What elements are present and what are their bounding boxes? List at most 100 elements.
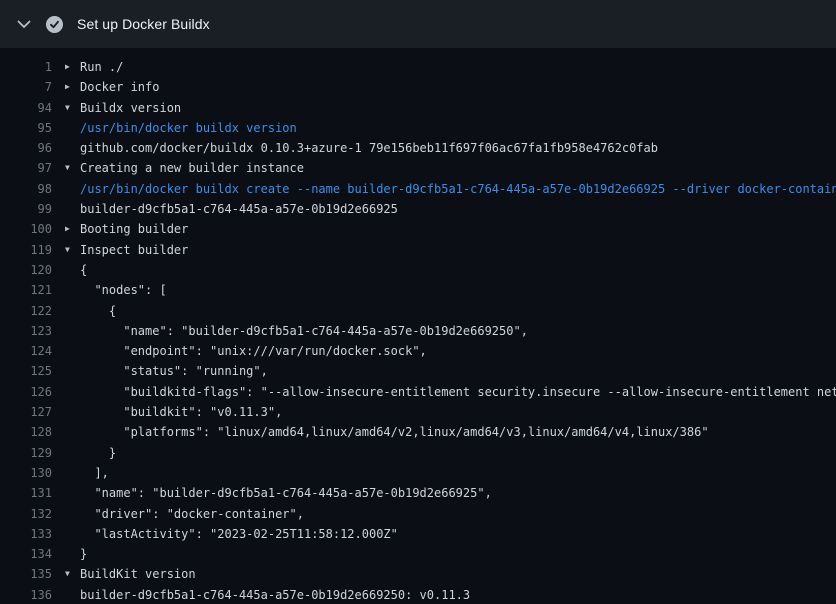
log-line: 136 builder-d9cfb5a1-c764-445a-a57e-0b19d… — [0, 585, 836, 604]
log-text: /usr/bin/docker buildx version — [80, 121, 297, 135]
log-text: { — [52, 301, 836, 321]
log-text: builder-d9cfb5a1-c764-445a-a57e-0b19d2e6… — [52, 585, 836, 604]
log-line: 128 "platforms": "linux/amd64,linux/amd6… — [0, 422, 836, 442]
log-line: 126 "buildkitd-flags": "--allow-insecure… — [0, 382, 836, 402]
line-number[interactable]: 132 — [0, 504, 52, 524]
log-line: 129 } — [0, 443, 836, 463]
line-number[interactable]: 136 — [0, 585, 52, 604]
log-text: Booting builder — [80, 222, 188, 236]
log-text: "name": "builder-d9cfb5a1-c764-445a-a57e… — [52, 321, 836, 341]
chevron-down-icon[interactable] — [16, 16, 32, 32]
line-number[interactable]: 124 — [0, 341, 52, 361]
line-number[interactable]: 122 — [0, 301, 52, 321]
log-line: 121 "nodes": [ — [0, 280, 836, 300]
line-number[interactable]: 100 — [0, 219, 52, 239]
log-line: 120 { — [0, 260, 836, 280]
collapse-arrow-icon[interactable]: ▼ — [65, 158, 70, 178]
log-group-header[interactable]: ▼ Buildx version — [52, 98, 836, 118]
log-line: 133 "lastActivity": "2023-02-25T11:58:12… — [0, 524, 836, 544]
log-line: 119▼Inspect builder — [0, 240, 836, 260]
log-text: "endpoint": "unix:///var/run/docker.sock… — [52, 341, 836, 361]
log-text: "platforms": "linux/amd64,linux/amd64/v2… — [52, 422, 836, 442]
log-group-header[interactable]: ▼Inspect builder — [52, 240, 836, 260]
log-text: "name": "builder-d9cfb5a1-c764-445a-a57e… — [80, 486, 492, 500]
log-line: 132 "driver": "docker-container", — [0, 504, 836, 524]
line-number[interactable]: 135 — [0, 564, 52, 584]
log-text: ], — [80, 466, 109, 480]
collapse-arrow-icon[interactable]: ▼ — [65, 564, 70, 584]
log-text: { — [80, 304, 116, 318]
expand-arrow-icon[interactable]: ▶ — [65, 219, 70, 239]
log-text: "driver": "docker-container", — [52, 504, 836, 524]
line-number[interactable]: 97 — [0, 158, 52, 178]
log-group-header[interactable]: ▼Creating a new builder instance — [52, 158, 836, 178]
log-text: builder-d9cfb5a1-c764-445a-a57e-0b19d2e6… — [80, 588, 470, 602]
log-text: "status": "running", — [80, 364, 268, 378]
line-number[interactable]: 95 — [0, 118, 52, 138]
log-line: 7 ▶ Docker info — [0, 77, 836, 97]
log-line: 135 ▼ BuildKit version — [0, 564, 836, 584]
collapse-arrow-icon[interactable]: ▼ — [65, 98, 70, 118]
log-text: "endpoint": "unix:///var/run/docker.sock… — [80, 344, 427, 358]
line-number[interactable]: 98 — [0, 179, 52, 199]
expand-arrow-icon[interactable]: ▶ — [65, 77, 70, 97]
log-text: BuildKit version — [80, 567, 196, 581]
line-number[interactable]: 129 — [0, 443, 52, 463]
log-text: "buildkit": "v0.11.3", — [80, 405, 282, 419]
log-text: "nodes": [ — [52, 280, 836, 300]
log-line: 98/usr/bin/docker buildx create --name b… — [0, 179, 836, 199]
check-circle-icon — [46, 16, 63, 33]
line-number[interactable]: 127 — [0, 402, 52, 422]
line-number[interactable]: 123 — [0, 321, 52, 341]
line-number[interactable]: 121 — [0, 280, 52, 300]
log-text: } — [80, 547, 87, 561]
log-text: Run ./ — [80, 60, 123, 74]
line-number[interactable]: 119 — [0, 240, 52, 260]
line-number[interactable]: 96 — [0, 138, 52, 158]
line-number[interactable]: 128 — [0, 422, 52, 442]
log-area: 1 ▶ Run ./ 7 ▶ Docker info 94 ▼ Buildx version 95… — [0, 48, 836, 604]
log-group-header[interactable]: ▶ Booting builder — [52, 219, 836, 239]
log-group-header[interactable]: ▶ Docker info — [52, 77, 836, 97]
log-line: 95/usr/bin/docker buildx version — [0, 118, 836, 138]
log-text: "buildkitd-flags": "--allow-insecure-ent… — [52, 382, 836, 402]
log-text: "lastActivity": "2023-02-25T11:58:12.000… — [52, 524, 836, 544]
line-number[interactable]: 99 — [0, 199, 52, 219]
log-text: Docker info — [80, 80, 159, 94]
log-line: 97▼Creating a new builder instance — [0, 158, 836, 178]
log-text: builder-d9cfb5a1-c764-445a-a57e-0b19d2e6… — [80, 202, 398, 216]
log-line: 100 ▶ Booting builder — [0, 219, 836, 239]
log-text: } — [52, 544, 836, 564]
log-group-header[interactable]: ▶ Run ./ — [52, 57, 836, 77]
line-number[interactable]: 130 — [0, 463, 52, 483]
log-group-header[interactable]: ▼ BuildKit version — [52, 564, 836, 584]
log-line: 99 builder-d9cfb5a1-c764-445a-a57e-0b19d2… — [0, 199, 836, 219]
log-text: "driver": "docker-container", — [80, 507, 304, 521]
log-line: 124 "endpoint": "unix:///var/run/docker.… — [0, 341, 836, 361]
line-number[interactable]: 94 — [0, 98, 52, 118]
log-text: { — [80, 263, 87, 277]
line-number[interactable]: 7 — [0, 77, 52, 97]
line-number[interactable]: 134 — [0, 544, 52, 564]
line-number[interactable]: 133 — [0, 524, 52, 544]
log-line: 130 ], — [0, 463, 836, 483]
line-number[interactable]: 125 — [0, 361, 52, 381]
collapse-arrow-icon[interactable]: ▼ — [65, 240, 70, 260]
log-line: 96github.com/docker/buildx 0.10.3+azure-… — [0, 138, 836, 158]
line-number[interactable]: 1 — [0, 57, 52, 77]
log-line: 123 "name": "builder-d9cfb5a1-c764-445a-… — [0, 321, 836, 341]
log-text: "buildkit": "v0.11.3", — [52, 402, 836, 422]
line-number[interactable]: 131 — [0, 483, 52, 503]
log-text: "name": "builder-d9cfb5a1-c764-445a-a57e… — [80, 324, 528, 338]
log-command-text: /usr/bin/docker buildx version — [52, 118, 836, 138]
log-line: 131 "name": "builder-d9cfb5a1-c764-445a-… — [0, 483, 836, 503]
log-text: /usr/bin/docker buildx create --name bui… — [80, 182, 836, 196]
log-line: 94 ▼ Buildx version — [0, 98, 836, 118]
line-number[interactable]: 126 — [0, 382, 52, 402]
log-text: Buildx version — [80, 101, 181, 115]
log-line: 122 { — [0, 301, 836, 321]
expand-arrow-icon[interactable]: ▶ — [65, 57, 70, 77]
line-number[interactable]: 120 — [0, 260, 52, 280]
log-text: builder-d9cfb5a1-c764-445a-a57e-0b19d2e6… — [52, 199, 836, 219]
step-header[interactable]: Set up Docker Buildx — [0, 0, 836, 48]
